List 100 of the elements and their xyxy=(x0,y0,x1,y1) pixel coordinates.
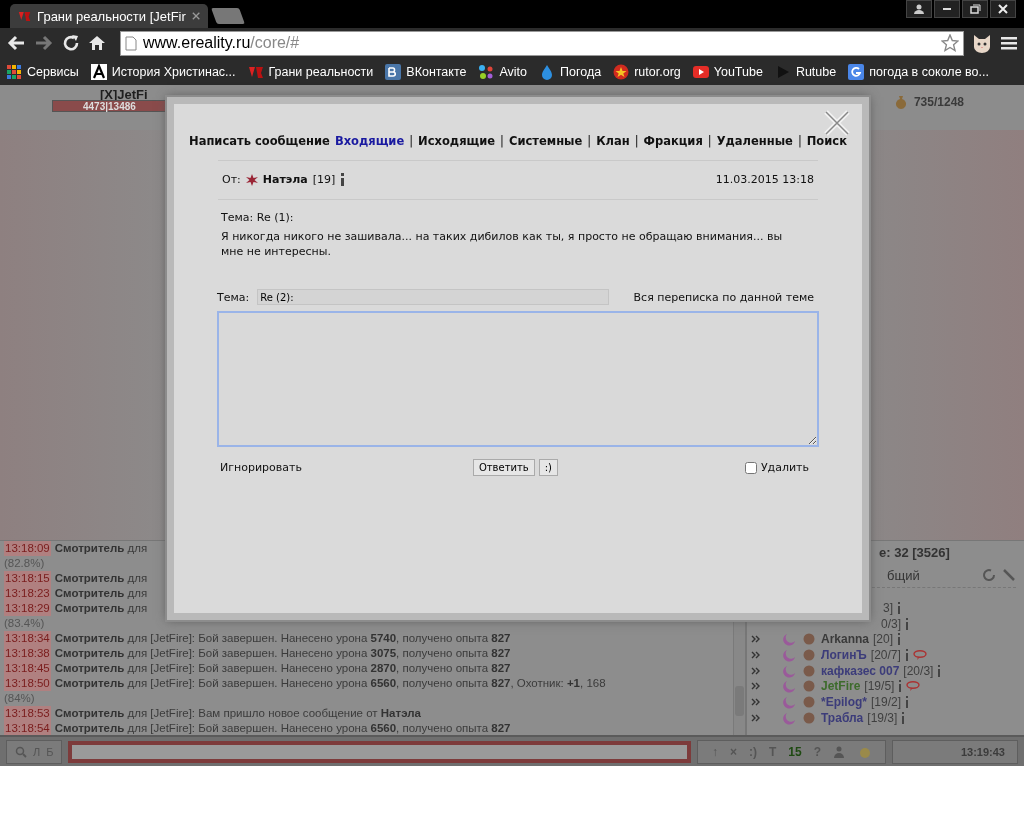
message-time: 13:18:50 xyxy=(4,676,51,691)
double-chevron-icon[interactable] xyxy=(751,635,761,644)
double-chevron-icon[interactable] xyxy=(751,697,761,706)
chat-message: Смотритель для xyxy=(54,571,148,586)
new-tab-button[interactable] xyxy=(211,8,245,24)
bookmark[interactable]: Сервисы xyxy=(6,63,79,80)
refresh-icon[interactable] xyxy=(982,568,996,582)
ignore-link[interactable]: Игнорировать xyxy=(220,461,302,474)
mail-tab[interactable]: Входящие xyxy=(334,134,405,148)
double-chevron-icon[interactable] xyxy=(751,682,761,691)
info-icon[interactable] xyxy=(901,711,906,724)
online-count: e: 32 [3526] xyxy=(878,545,951,562)
bookmark[interactable]: Avito xyxy=(478,63,528,80)
speech-bubble-icon[interactable] xyxy=(906,681,921,692)
mail-tab[interactable]: Системные xyxy=(509,134,583,148)
thread-link[interactable]: Вся переписка по данной теме xyxy=(633,290,814,304)
chat-message: (83.4%) xyxy=(4,616,45,631)
chat-message: Смотритель для [JetFire]: Бой завершен. Нанесено урона 6560, получено опыта 827, Охотник: +1, 168 xyxy=(54,676,606,691)
bookmark[interactable]: Грани реальности xyxy=(247,63,374,80)
letter-a-icon xyxy=(90,63,107,80)
bookmark[interactable]: Погода xyxy=(539,63,602,80)
wrench-icon[interactable] xyxy=(1002,568,1016,582)
chat-input[interactable] xyxy=(68,740,691,763)
crescent-icon xyxy=(783,647,797,662)
bookmark[interactable]: YouTube xyxy=(692,63,763,80)
clock: 13:19:43 xyxy=(892,739,1018,764)
bookmark[interactable]: ВКонтакте xyxy=(385,63,467,80)
chat-message: Смотритель для [JetFire]: Вам пришло новое сообщение от Натэла xyxy=(54,706,421,721)
reload-icon[interactable] xyxy=(62,34,80,52)
search-icon[interactable] xyxy=(15,745,27,758)
chat-message: Смотритель для xyxy=(54,586,148,601)
chat-message: (84%) xyxy=(4,691,35,706)
cat-face-icon[interactable] xyxy=(972,33,992,53)
maximize-icon xyxy=(969,4,981,14)
speech-bubble-icon[interactable] xyxy=(912,649,927,660)
delete-checkbox[interactable] xyxy=(744,461,757,474)
menu-icon[interactable] xyxy=(1000,35,1018,51)
star-icon[interactable] xyxy=(941,34,959,52)
maximize-button[interactable] xyxy=(962,0,988,18)
mail-tab[interactable]: Исходящие xyxy=(418,134,496,148)
sender-name[interactable]: Натэла xyxy=(262,173,308,186)
minimize-button[interactable] xyxy=(934,0,960,18)
info-icon[interactable] xyxy=(904,648,909,661)
forward-arrow-icon[interactable] xyxy=(34,34,54,52)
player-level: 3] xyxy=(883,600,893,615)
address-bar[interactable]: www.ereality.ru/core/# xyxy=(120,30,964,56)
bookmark[interactable]: rutor.org xyxy=(613,63,681,80)
from-label: От: xyxy=(222,173,241,186)
message-time: 13:18:34 xyxy=(4,631,51,646)
clan-emblem-icon xyxy=(801,679,817,694)
message-time: 13:18:54 xyxy=(4,721,51,735)
user-button[interactable] xyxy=(906,0,932,18)
info-icon[interactable] xyxy=(937,664,942,677)
close-window-icon xyxy=(997,4,1009,14)
separator: | xyxy=(587,134,592,148)
info-icon[interactable] xyxy=(905,695,910,708)
back-arrow-icon[interactable] xyxy=(6,34,26,52)
mail-tab[interactable]: Поиск xyxy=(806,134,847,148)
browser-tab[interactable]: Грани реальности [JetFir xyxy=(10,4,208,28)
money-counter: 735/1248 xyxy=(913,95,964,109)
separator: | xyxy=(707,134,712,148)
double-chevron-icon[interactable] xyxy=(751,666,761,675)
chat-message: Смотритель для xyxy=(54,541,148,556)
subject-field[interactable]: Re (2): xyxy=(257,289,610,305)
message-time: 13:18:15 xyxy=(4,571,51,586)
bookmark[interactable]: Rutube xyxy=(774,63,837,80)
info-icon[interactable] xyxy=(905,617,909,630)
smiley-button[interactable]: :) xyxy=(538,459,558,476)
clan-emblem-icon xyxy=(801,647,817,662)
mail-tab[interactable]: Фракция xyxy=(643,134,703,148)
separator: | xyxy=(500,134,504,148)
person-icon[interactable] xyxy=(833,745,845,758)
chat-message: Смотритель для [JetFire]: Бой завершен. Нанесено урона 2870, получено опыта 827 xyxy=(54,661,511,676)
reply-button[interactable]: Ответить xyxy=(472,459,535,476)
colored-dots-icon xyxy=(478,63,495,80)
mail-tab[interactable]: Клан xyxy=(596,134,630,148)
message-date: 11.03.2015 13:18 xyxy=(715,173,814,186)
info-icon[interactable] xyxy=(897,601,901,614)
delete-label: Удалить xyxy=(760,461,809,474)
message-time: 13:18:45 xyxy=(4,661,51,676)
player-level: [20] xyxy=(873,632,894,647)
mail-tab[interactable]: Удаленные xyxy=(716,134,793,148)
info-icon[interactable] xyxy=(340,173,346,186)
mail-tab[interactable]: Написать сообщение xyxy=(189,134,330,148)
reply-field[interactable] xyxy=(217,311,819,447)
channel-tab[interactable]: бщий xyxy=(887,567,920,583)
chat-message: Смотритель для [JetFire]: Бой завершен. Нанесено урона 6560, получено опыта 827 xyxy=(54,721,511,735)
close-window-button[interactable] xyxy=(990,0,1016,18)
message-time: 13:18:09 xyxy=(4,541,51,556)
bookmark[interactable]: погода в соколе во... xyxy=(848,63,989,80)
close-icon[interactable] xyxy=(191,11,200,21)
home-icon[interactable] xyxy=(88,34,106,52)
info-icon[interactable] xyxy=(898,680,903,693)
double-chevron-icon[interactable] xyxy=(751,713,761,722)
tab-title: Грани реальности [JetFir xyxy=(37,8,186,24)
info-icon[interactable] xyxy=(897,633,902,646)
play-button-icon xyxy=(692,63,709,80)
subject-label: Тема: xyxy=(217,290,250,304)
double-chevron-icon[interactable] xyxy=(751,650,761,659)
bookmark[interactable]: История Христинас... xyxy=(90,63,236,80)
